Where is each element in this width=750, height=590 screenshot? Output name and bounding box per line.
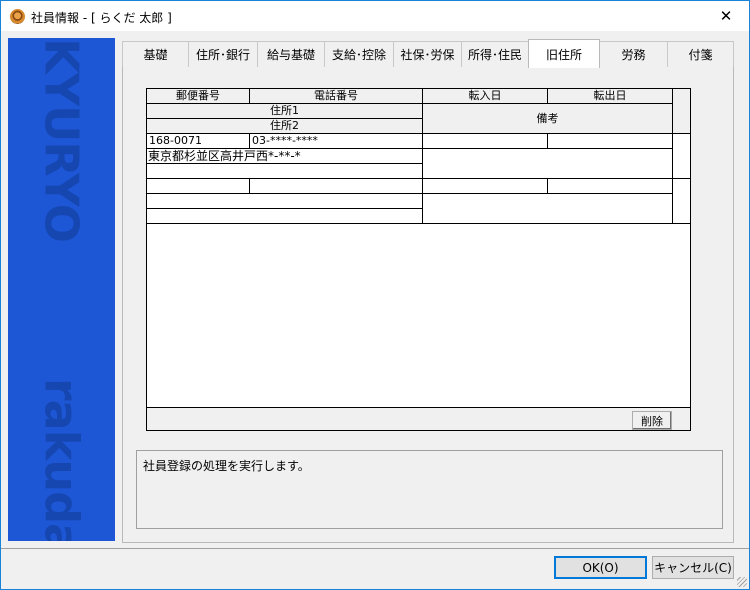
- record-address1-cell[interactable]: 東京都杉並区高井戸西*-**-*: [147, 149, 423, 164]
- record-filler: [673, 179, 690, 224]
- record-postal-code-cell[interactable]: [147, 179, 250, 194]
- record-address2-cell[interactable]: [147, 209, 423, 224]
- record-remarks-cell[interactable]: [423, 149, 673, 179]
- logo-text-top: KYURYO: [34, 38, 89, 242]
- header-postal-code: 郵便番号: [147, 89, 250, 104]
- former-address-grid: 郵便番号 電話番号 転入日 転出日 住所1 住所2 備考 168-0071 03…: [146, 88, 691, 431]
- tab-basic[interactable]: 基礎: [122, 41, 189, 67]
- ok-button[interactable]: OK(O): [554, 556, 647, 579]
- side-logo-panel: KYURYO rakuda: [8, 38, 115, 541]
- title-bar[interactable]: 社員情報 - [ らくだ 太郎 ] ✕: [1, 1, 749, 31]
- tab-former-address[interactable]: 旧住所: [528, 39, 600, 68]
- record-address2-cell[interactable]: [147, 164, 423, 179]
- tab-sticky-note[interactable]: 付箋: [667, 41, 734, 67]
- delete-button[interactable]: 削除: [632, 411, 672, 430]
- cancel-button[interactable]: キャンセル(C): [652, 556, 734, 579]
- tab-salary-basic[interactable]: 給与基礎: [257, 41, 325, 67]
- record-filler: [673, 134, 690, 179]
- record-remarks-cell[interactable]: [423, 194, 673, 224]
- header-remarks: 備考: [423, 104, 673, 134]
- status-message: 社員登録の処理を実行します。: [143, 459, 310, 473]
- tab-social-labor-insurance[interactable]: 社保･労保: [393, 41, 462, 67]
- record-postal-code-cell[interactable]: 168-0071: [147, 134, 250, 149]
- header-address2: 住所2: [147, 119, 423, 134]
- tab-income-resident[interactable]: 所得･住民: [461, 41, 529, 67]
- record-move-in-cell[interactable]: [423, 134, 548, 149]
- resize-grip[interactable]: [737, 577, 747, 587]
- record-move-in-cell[interactable]: [423, 179, 548, 194]
- app-icon: [10, 9, 25, 24]
- header-phone: 電話番号: [250, 89, 423, 104]
- footer-divider: [1, 548, 749, 549]
- header-move-in-date: 転入日: [423, 89, 548, 104]
- grid-bottom-strip: 削除: [147, 407, 690, 430]
- record-move-out-cell[interactable]: [548, 179, 673, 194]
- tab-payment-deduction[interactable]: 支給･控除: [324, 41, 394, 67]
- header-filler: [673, 89, 690, 134]
- header-move-out-date: 転出日: [548, 89, 673, 104]
- close-button[interactable]: ✕: [703, 1, 749, 31]
- tab-labor[interactable]: 労務: [599, 41, 668, 67]
- status-message-box: 社員登録の処理を実行します。: [136, 450, 723, 529]
- header-address1: 住所1: [147, 104, 423, 119]
- record-phone-cell[interactable]: [250, 179, 423, 194]
- window-title: 社員情報 - [ らくだ 太郎 ]: [31, 11, 172, 25]
- tab-address-bank[interactable]: 住所･銀行: [188, 41, 258, 67]
- record-address1-cell[interactable]: [147, 194, 423, 209]
- logo-text-bottom: rakuda: [34, 378, 89, 541]
- record-phone-cell[interactable]: 03-****-****: [250, 134, 423, 149]
- employee-info-window: 社員情報 - [ らくだ 太郎 ] ✕ KYURYO rakuda 基礎 住所･…: [0, 0, 750, 590]
- record-move-out-cell[interactable]: [548, 134, 673, 149]
